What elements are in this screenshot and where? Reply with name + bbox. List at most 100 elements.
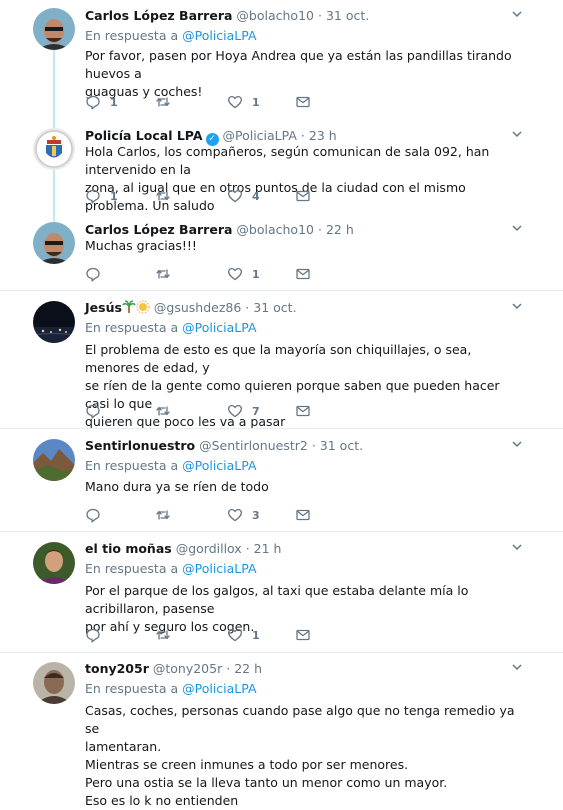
envelope-icon bbox=[295, 507, 311, 523]
tweet-separator bbox=[0, 290, 563, 291]
user-handle[interactable]: @bolacho10 bbox=[236, 222, 314, 237]
separator: · bbox=[245, 300, 250, 315]
reply-context: En respuesta a @PoliciaLPA bbox=[85, 561, 257, 577]
tweet[interactable]: Sentirlonuestro @Sentirlonuestr2 · 31 oc… bbox=[0, 436, 563, 526]
tweet[interactable]: Carlos López Barrera @bolacho10 · 31 oct… bbox=[0, 6, 563, 118]
reply-to-label: En respuesta a bbox=[85, 320, 179, 335]
chevron-down-icon[interactable] bbox=[510, 659, 524, 678]
timestamp[interactable]: 21 h bbox=[254, 541, 282, 556]
display-name[interactable]: tony205r bbox=[85, 661, 149, 676]
like-count: 4 bbox=[252, 189, 260, 203]
avatar[interactable] bbox=[33, 8, 75, 50]
direct-message-button[interactable] bbox=[295, 94, 311, 110]
direct-message-button[interactable] bbox=[295, 266, 311, 282]
reply-to-mention[interactable]: @PoliciaLPA bbox=[182, 681, 256, 696]
user-handle[interactable]: @bolacho10 bbox=[236, 8, 314, 23]
reply-to-mention[interactable]: @PoliciaLPA bbox=[182, 458, 256, 473]
reply-to-label: En respuesta a bbox=[85, 681, 179, 696]
direct-message-button[interactable] bbox=[295, 188, 311, 204]
reply-button[interactable] bbox=[85, 507, 110, 523]
display-name[interactable]: Carlos López Barrera bbox=[85, 222, 232, 237]
timestamp[interactable]: 31 oct. bbox=[320, 438, 363, 453]
direct-message-button[interactable] bbox=[295, 403, 311, 419]
user-handle[interactable]: @tony205r bbox=[153, 661, 222, 676]
retweet-button[interactable] bbox=[155, 188, 180, 204]
reply-to-label: En respuesta a bbox=[85, 458, 179, 473]
tweet-text: Hola Carlos, los compañeros, según comun… bbox=[85, 143, 525, 215]
retweet-button[interactable] bbox=[155, 627, 180, 643]
chevron-down-icon[interactable] bbox=[510, 298, 524, 317]
timestamp[interactable]: 31 oct. bbox=[253, 300, 296, 315]
timestamp[interactable]: 23 h bbox=[309, 128, 337, 143]
display-name[interactable]: Sentirlonuestro bbox=[85, 438, 195, 453]
avatar[interactable] bbox=[33, 662, 75, 704]
tweet-separator bbox=[0, 428, 563, 429]
tweet-text-line: lamentaran. bbox=[85, 739, 162, 754]
avatar[interactable] bbox=[33, 222, 75, 264]
reply-button[interactable] bbox=[85, 627, 110, 643]
user-handle[interactable]: @PoliciaLPA bbox=[222, 128, 296, 143]
reply-icon bbox=[85, 627, 101, 643]
like-button[interactable]: 4 bbox=[227, 188, 260, 204]
tweet[interactable]: el tio moñas @gordillox · 21 h En respue… bbox=[0, 539, 563, 647]
user-handle[interactable]: @gordillox bbox=[176, 541, 242, 556]
heart-icon bbox=[227, 266, 243, 282]
chevron-down-icon[interactable] bbox=[510, 436, 524, 455]
tweet-separator bbox=[0, 652, 563, 653]
avatar[interactable] bbox=[33, 439, 75, 481]
reply-button[interactable]: 1 bbox=[85, 188, 118, 204]
like-count: 1 bbox=[252, 95, 260, 109]
tweet-separator bbox=[0, 531, 563, 532]
reply-button[interactable]: 1 bbox=[85, 94, 118, 110]
display-name[interactable]: Carlos López Barrera bbox=[85, 8, 232, 23]
retweet-icon bbox=[155, 94, 171, 110]
chevron-down-icon[interactable] bbox=[510, 539, 524, 558]
tweet-header: Carlos López Barrera @bolacho10 · 22 h bbox=[85, 222, 354, 238]
reply-to-mention[interactable]: @PoliciaLPA bbox=[182, 561, 256, 576]
retweet-button[interactable] bbox=[155, 94, 180, 110]
heart-icon bbox=[227, 507, 243, 523]
reply-icon bbox=[85, 94, 101, 110]
display-name[interactable]: Policía Local LPA bbox=[85, 128, 203, 143]
tweet[interactable]: Policía Local LPA ✓ @PoliciaLPA · 23 h Ho… bbox=[0, 126, 563, 215]
reply-button[interactable] bbox=[85, 403, 110, 419]
like-count: 1 bbox=[252, 267, 260, 281]
tweet[interactable]: tony205r @tony205r · 22 h En respuesta a… bbox=[0, 659, 563, 808]
like-button[interactable]: 1 bbox=[227, 627, 260, 643]
user-handle[interactable]: @Sentirlonuestr2 bbox=[199, 438, 308, 453]
tweet[interactable]: Carlos López Barrera @bolacho10 · 22 h M… bbox=[0, 220, 563, 286]
tweet-text: Mano dura ya se ríen de todo bbox=[85, 478, 525, 496]
avatar[interactable] bbox=[33, 301, 75, 343]
palm-tree-icon bbox=[122, 300, 136, 315]
separator: · bbox=[226, 661, 231, 676]
display-name[interactable]: el tio moñas bbox=[85, 541, 172, 556]
envelope-icon bbox=[295, 266, 311, 282]
chevron-down-icon[interactable] bbox=[510, 6, 524, 25]
reply-to-mention[interactable]: @PoliciaLPA bbox=[182, 28, 256, 43]
like-button[interactable]: 1 bbox=[227, 94, 260, 110]
timestamp[interactable]: 31 oct. bbox=[326, 8, 369, 23]
envelope-icon bbox=[295, 403, 311, 419]
user-handle[interactable]: @gsushdez86 bbox=[154, 300, 241, 315]
reply-to-mention[interactable]: @PoliciaLPA bbox=[182, 320, 256, 335]
retweet-button[interactable] bbox=[155, 507, 180, 523]
like-button[interactable]: 7 bbox=[227, 403, 260, 419]
display-name[interactable]: Jesús bbox=[85, 300, 122, 315]
separator: · bbox=[245, 541, 250, 556]
sun-icon bbox=[136, 300, 150, 315]
avatar[interactable] bbox=[33, 128, 75, 170]
reply-button[interactable] bbox=[85, 266, 110, 282]
retweet-button[interactable] bbox=[155, 403, 180, 419]
retweet-button[interactable] bbox=[155, 266, 180, 282]
tweet[interactable]: Jesús @gsushdez86 · 31 oct. En respuesta… bbox=[0, 298, 563, 429]
timestamp[interactable]: 22 h bbox=[234, 661, 262, 676]
like-button[interactable]: 3 bbox=[227, 507, 260, 523]
reply-context: En respuesta a @PoliciaLPA bbox=[85, 320, 257, 336]
timestamp[interactable]: 22 h bbox=[326, 222, 354, 237]
direct-message-button[interactable] bbox=[295, 627, 311, 643]
tweet-text-line: Pero una ostia se la lleva tanto un meno… bbox=[85, 775, 448, 790]
direct-message-button[interactable] bbox=[295, 507, 311, 523]
avatar[interactable] bbox=[33, 542, 75, 584]
reply-icon bbox=[85, 188, 101, 204]
like-button[interactable]: 1 bbox=[227, 266, 260, 282]
